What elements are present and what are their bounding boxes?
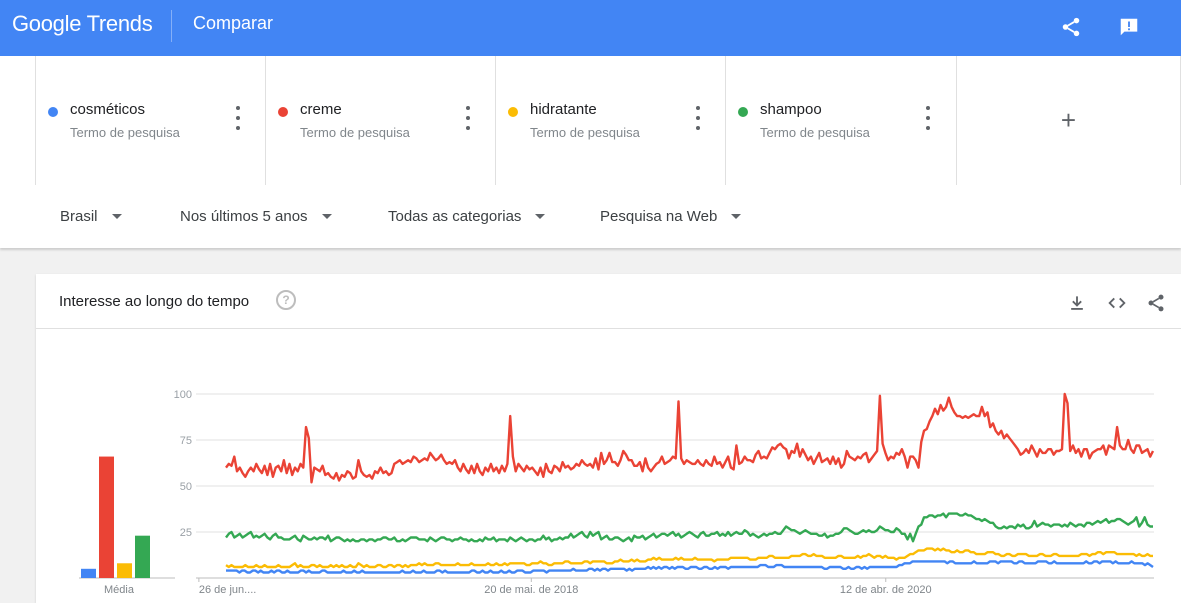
series-line-shampoo [225,512,1153,543]
more-vert-icon[interactable] [922,106,934,130]
average-label: Média [104,584,135,596]
category-select-label: Todas as categorias [388,208,522,225]
average-bar-cosméticos [81,568,96,578]
term-card-cosmeticos[interactable]: cosméticos Termo de pesquisa [35,56,265,185]
logo-google-text: Google [12,11,82,36]
term-name: cosméticos [70,101,146,118]
term-name: shampoo [760,101,822,118]
dropdown-arrow-icon [731,214,742,219]
search-terms-bar: cosméticos Termo de pesquisa creme Termo… [0,56,1181,241]
term-card-hidratante[interactable]: hidratante Termo de pesquisa [495,56,725,185]
more-vert-icon[interactable] [462,106,474,130]
term-card-creme[interactable]: creme Termo de pesquisa [265,56,495,185]
y-tick-label: 25 [180,527,192,539]
term-color-dot [508,107,518,117]
term-type: Termo de pesquisa [300,125,410,140]
average-bar-shampoo [135,535,150,578]
category-select[interactable]: Todas as categorias [388,208,546,225]
term-type: Termo de pesquisa [760,125,870,140]
feedback-icon[interactable] [1116,14,1142,40]
more-vert-icon[interactable] [232,106,244,130]
page-title: Comparar [193,13,274,33]
average-bar-creme [99,456,114,578]
term-color-dot [738,107,748,117]
more-vert-icon[interactable] [692,106,704,130]
y-tick-label: 50 [180,481,192,493]
dropdown-arrow-icon [535,214,546,219]
interest-chart: 100 75 50 25 Média 26 de jun.... 20 de mai. de… [79,389,1155,596]
term-color-dot [278,107,288,117]
term-color-dot [48,107,58,117]
y-tick-label: 100 [174,389,192,401]
top-app-bar: Google Trends Comparar [0,0,1181,56]
search-type-select[interactable]: Pesquisa na Web [600,208,742,225]
header-divider [171,10,172,42]
x-tick-label: 20 de mai. de 2018 [484,584,578,596]
region-select[interactable]: Brasil [60,208,122,225]
term-type: Termo de pesquisa [70,125,180,140]
term-name: hidratante [530,101,597,118]
search-type-select-label: Pesquisa na Web [600,208,718,225]
add-term-button[interactable]: + [956,56,1181,185]
dropdown-arrow-icon [321,214,332,219]
logo-trends-text: Trends [86,11,153,36]
term-name: creme [300,101,342,118]
series-line-creme [225,392,1155,484]
average-bar-hidratante [117,563,132,578]
y-tick-label: 75 [180,435,192,447]
period-select-label: Nos últimos 5 anos [180,208,308,225]
filters-bar: Brasil Nos últimos 5 anos Todas as categ… [0,185,1181,248]
period-select[interactable]: Nos últimos 5 anos [180,208,332,225]
dropdown-arrow-icon [111,214,122,219]
term-type: Termo de pesquisa [530,125,640,140]
x-tick-label: 12 de abr. de 2020 [840,584,932,596]
google-trends-logo[interactable]: Google Trends [12,11,153,37]
share-icon[interactable] [1058,14,1084,40]
interest-over-time-card: Interesse ao longo do tempo ? 100 75 50 25 M… [36,274,1181,603]
region-select-label: Brasil [60,208,98,225]
x-tick-label: 26 de jun.... [199,584,257,596]
term-card-shampoo[interactable]: shampoo Termo de pesquisa [725,56,955,185]
